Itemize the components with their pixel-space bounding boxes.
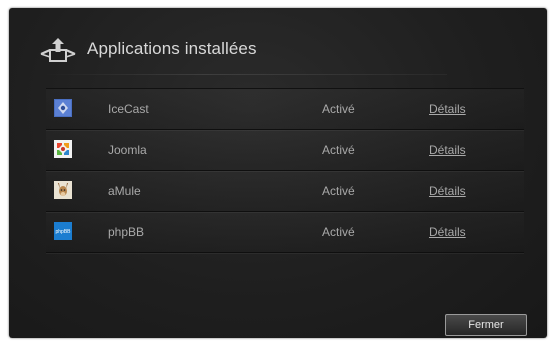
app-status: Activé [322, 143, 355, 157]
app-name: Joomla [108, 143, 147, 157]
app-status: Activé [322, 184, 355, 198]
amule-icon [54, 181, 72, 199]
icecast-icon [54, 99, 72, 117]
app-row-joomla: Joomla Activé Détails [46, 130, 524, 171]
details-link[interactable]: Détails [429, 143, 466, 157]
phpbb-icon-text: phpBB [55, 229, 71, 235]
dialog-header: Applications installées [39, 36, 257, 62]
app-name: aMule [108, 184, 141, 198]
header-divider [43, 74, 447, 75]
app-status: Activé [322, 225, 355, 239]
app-name: phpBB [108, 225, 145, 239]
app-name: IceCast [108, 102, 149, 116]
dialog-title: Applications installées [87, 39, 257, 58]
app-row-icecast: IceCast Activé Détails [46, 88, 524, 130]
details-link[interactable]: Détails [429, 225, 466, 239]
app-row-amule: aMule Activé Détails [46, 171, 524, 212]
app-row-phpbb: phpBB phpBB Activé Détails [46, 212, 524, 253]
details-link[interactable]: Détails [429, 184, 466, 198]
close-button[interactable]: Fermer [445, 314, 527, 336]
installed-apps-dialog: Applications installées IceCast Activé D… [9, 8, 547, 338]
joomla-icon [54, 140, 72, 158]
details-link[interactable]: Détails [429, 102, 466, 116]
apps-install-icon [40, 38, 76, 62]
app-status: Activé [322, 102, 355, 116]
app-list: IceCast Activé Détails Joomla Activé Dét… [46, 88, 524, 253]
phpbb-icon: phpBB [54, 222, 72, 240]
